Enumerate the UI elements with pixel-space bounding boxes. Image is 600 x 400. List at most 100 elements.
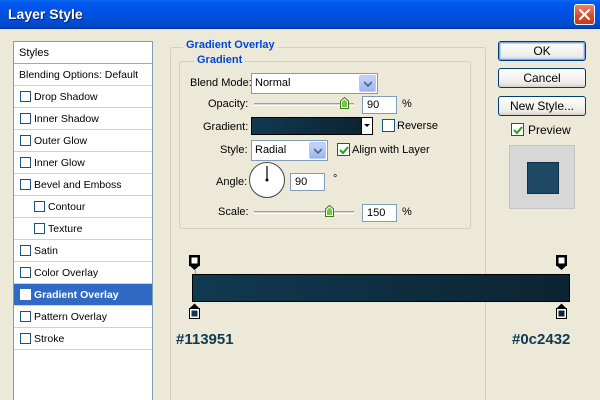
style-item-inner-shadow[interactable]: Inner Shadow	[14, 108, 152, 130]
align-with-layer-checkbox[interactable]	[337, 143, 350, 156]
scale-label: Scale:	[218, 206, 249, 218]
gradient-overlay-title: Gradient Overlay	[183, 39, 278, 51]
style-item-checkbox[interactable]	[20, 135, 31, 146]
title-bar: Layer Style	[0, 0, 600, 29]
scale-slider-track[interactable]	[254, 211, 354, 214]
style-item-checkbox[interactable]	[20, 267, 31, 278]
preview-box	[509, 145, 575, 209]
blend-mode-dropdown-button[interactable]	[359, 75, 376, 92]
style-item-label: Color Overlay	[34, 267, 99, 279]
style-item-label: Stroke	[34, 333, 65, 345]
reverse-label: Reverse	[397, 120, 438, 132]
close-button[interactable]	[574, 4, 595, 25]
style-label: Style:	[220, 144, 248, 156]
gradient-picker-button[interactable]	[361, 117, 373, 135]
style-item-label: Inner Glow	[34, 157, 85, 169]
style-item-label: Bevel and Emboss	[34, 179, 122, 191]
style-item-label: Drop Shadow	[34, 91, 98, 103]
style-item-checkbox[interactable]	[34, 223, 45, 234]
style-item-bevel-and-emboss[interactable]: Bevel and Emboss	[14, 174, 152, 196]
window-title: Layer Style	[8, 6, 83, 22]
chevron-down-icon	[364, 81, 372, 87]
chevron-down-icon	[314, 148, 322, 154]
reverse-checkbox[interactable]	[382, 119, 395, 132]
blending-options-item[interactable]: Blending Options: Default	[14, 64, 152, 86]
opacity-unit: %	[402, 98, 412, 110]
opacity-slider-thumb[interactable]	[340, 97, 349, 109]
scale-value: 150	[367, 207, 386, 219]
opacity-stop-right[interactable]	[556, 255, 567, 271]
angle-unit: °	[333, 173, 338, 185]
start-color-hex: #113951	[176, 331, 234, 348]
scale-slider-thumb[interactable]	[325, 205, 334, 217]
style-item-label: Inner Shadow	[34, 113, 99, 125]
style-item-color-overlay[interactable]: Color Overlay	[14, 262, 152, 284]
angle-input[interactable]: 90	[290, 173, 325, 191]
style-item-contour[interactable]: Contour	[14, 196, 152, 218]
ok-label: OK	[533, 44, 551, 58]
style-item-checkbox[interactable]	[20, 113, 31, 124]
gradient-swatch[interactable]	[251, 117, 362, 135]
preview-checkbox[interactable]	[511, 123, 524, 136]
style-item-checkbox[interactable]	[20, 157, 31, 168]
checkmark-icon	[513, 126, 523, 135]
scale-unit: %	[402, 206, 412, 218]
style-item-checkbox[interactable]	[20, 245, 31, 256]
blend-mode-select[interactable]: Normal	[251, 73, 378, 94]
new-style-button[interactable]: New Style...	[498, 96, 586, 116]
style-item-texture[interactable]: Texture	[14, 218, 152, 240]
blending-options-label: Blending Options: Default	[19, 69, 139, 81]
angle-dial-needle	[265, 166, 269, 182]
new-style-label: New Style...	[509, 99, 575, 113]
style-value: Radial	[255, 144, 287, 156]
style-item-inner-glow[interactable]: Inner Glow	[14, 152, 152, 174]
preview-label: Preview	[528, 123, 571, 137]
cancel-button[interactable]: Cancel	[498, 68, 586, 88]
style-item-satin[interactable]: Satin	[14, 240, 152, 262]
style-item-pattern-overlay[interactable]: Pattern Overlay	[14, 306, 152, 328]
style-item-checkbox[interactable]	[20, 311, 31, 322]
align-with-layer-label: Align with Layer	[352, 144, 430, 156]
gradient-label: Gradient:	[203, 121, 249, 133]
opacity-slider-track[interactable]	[254, 103, 354, 106]
blend-mode-value: Normal	[255, 77, 291, 89]
ok-button[interactable]: OK	[498, 41, 586, 61]
style-item-drop-shadow[interactable]: Drop Shadow	[14, 86, 152, 108]
style-item-checkbox[interactable]	[20, 179, 31, 190]
checkmark-icon	[339, 146, 349, 155]
preview-swatch	[527, 162, 559, 194]
dialog-body: Styles Blending Options: Default Drop Sh…	[0, 29, 600, 400]
style-item-label: Texture	[48, 223, 83, 235]
end-color-hex: #0c2432	[512, 331, 571, 348]
color-stop-left[interactable]	[189, 303, 200, 319]
cancel-label: Cancel	[523, 71, 561, 85]
style-item-outer-glow[interactable]: Outer Glow	[14, 130, 152, 152]
opacity-stop-left[interactable]	[189, 255, 200, 271]
style-item-stroke[interactable]: Stroke	[14, 328, 152, 350]
style-dropdown-button[interactable]	[309, 142, 326, 159]
opacity-label: Opacity:	[208, 98, 249, 110]
style-item-checkbox[interactable]	[20, 289, 32, 300]
gradient-subtitle: Gradient	[194, 54, 246, 66]
style-select[interactable]: Radial	[251, 140, 328, 161]
scale-input[interactable]: 150	[362, 204, 397, 222]
angle-label: Angle:	[216, 176, 248, 188]
style-item-gradient-overlay[interactable]: Gradient Overlay	[14, 284, 152, 306]
styles-header[interactable]: Styles	[14, 42, 152, 64]
chevron-down-icon	[364, 124, 370, 127]
color-stop-right[interactable]	[556, 303, 567, 319]
opacity-input[interactable]: 90	[362, 96, 397, 114]
gradient-bar[interactable]	[192, 274, 570, 302]
angle-dial[interactable]	[249, 162, 285, 198]
angle-value: 90	[295, 176, 308, 188]
styles-list: Styles Blending Options: Default Drop Sh…	[13, 41, 153, 400]
style-item-checkbox[interactable]	[20, 333, 31, 344]
style-item-label: Pattern Overlay	[34, 311, 107, 323]
style-items: Drop Shadow Inner Shadow Outer Glow Inner G…	[14, 86, 152, 350]
checkmark-icon	[22, 290, 32, 298]
style-item-checkbox[interactable]	[20, 91, 31, 102]
style-item-label: Satin	[34, 245, 58, 257]
style-item-checkbox[interactable]	[34, 201, 45, 212]
close-icon	[579, 9, 590, 20]
style-item-label: Contour	[48, 201, 86, 213]
